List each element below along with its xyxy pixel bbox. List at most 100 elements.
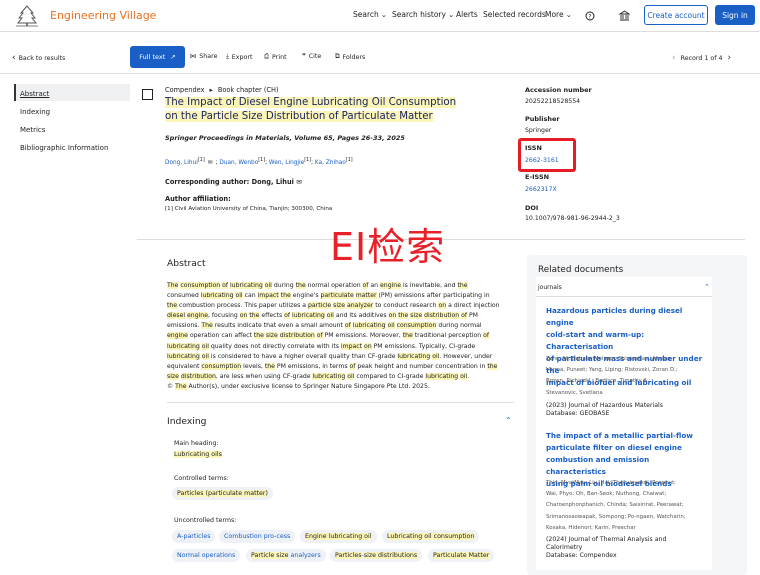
sidebar-item-abstract[interactable]: Abstract: [20, 90, 49, 98]
uncontrolled-term-tag[interactable]: Particles - size distributions: [330, 549, 423, 562]
record-title-line1: The Impact of Diesel Engine Lubricating …: [165, 97, 457, 108]
record-title-line2: on the Particle Size Distribution of Par…: [165, 111, 433, 122]
accession-label: Accession number: [525, 86, 592, 94]
main-heading-value[interactable]: Lubricating oils: [174, 451, 222, 458]
print-button[interactable]: ⎙ Print: [264, 53, 287, 61]
quote-icon: ❞: [302, 53, 306, 60]
chevron-up-icon[interactable]: ⌃: [505, 416, 512, 425]
sidebar-item-metrics[interactable]: Metrics: [20, 126, 45, 134]
nav-alerts[interactable]: Alerts: [456, 10, 478, 19]
nav-more[interactable]: More ⌄: [545, 10, 572, 19]
author-link[interactable]: Duan, Wenbo: [219, 160, 258, 166]
author-link[interactable]: Wen, Lingjie: [269, 160, 304, 166]
sidebar-item-bibliographic-information[interactable]: Bibliographic Information: [20, 144, 108, 152]
cite-button[interactable]: ❞ Cite: [302, 53, 321, 60]
related-heading: Related documents: [538, 265, 624, 275]
author-link[interactable]: Dong, Lihui: [165, 160, 198, 166]
nav-search[interactable]: Search ⌄: [353, 10, 387, 19]
abstract-line: emissions. The results indicate that eve…: [167, 322, 482, 330]
abstract-line: the combustion process. This paper utili…: [167, 302, 500, 310]
top-bar: Engineering Village Search ⌄ Search histo…: [0, 0, 760, 32]
brand-name[interactable]: Engineering Village: [50, 9, 156, 22]
chevron-up-icon[interactable]: ⌃: [704, 283, 710, 291]
abstract-line: diesel engine, focusing on the effects o…: [167, 312, 478, 320]
related-filter[interactable]: journals: [538, 284, 562, 291]
uncontrolled-term-tag[interactable]: Engine lubricating oil: [300, 530, 377, 543]
nav-search-history[interactable]: Search history ⌄: [392, 10, 454, 19]
record-pager: ‹ Record 1 of 4 ›: [672, 53, 732, 63]
download-icon: ⤓: [226, 53, 229, 60]
chevron-left-icon: ‹: [12, 53, 16, 63]
email-icon[interactable]: ✉: [296, 178, 302, 186]
uncontrolled-term-tag[interactable]: Lubricating oil consumption: [382, 530, 480, 543]
abstract-line: lubricating oil is considered to have a …: [167, 352, 493, 360]
sidebar-item-indexing[interactable]: Indexing: [20, 108, 50, 116]
folders-button[interactable]: ⧉ Folders: [335, 53, 365, 61]
chevron-down-icon: ⌄: [565, 10, 572, 19]
author-list: Dong, Lihui[1] ✉; Duan, Wenbo[1]; Wen, Li…: [165, 158, 353, 166]
uncontrolled-term-tag[interactable]: A-particles: [172, 530, 216, 543]
folder-icon: ⧉: [335, 53, 340, 60]
abstract-line: engine operation can affect the size dis…: [167, 332, 489, 340]
abstract-heading: Abstract: [167, 258, 206, 269]
eissn-label: E-ISSN: [525, 173, 550, 181]
record-source: Springer Proceedings in Materials, Volum…: [165, 134, 405, 142]
abstract-line: equivalent consumption levels, the PM em…: [167, 362, 498, 370]
select-record-checkbox[interactable]: [142, 89, 153, 100]
uncontrolled-term-tag[interactable]: Particle size analyzers: [246, 549, 326, 562]
issn-highlight-box: [518, 138, 576, 172]
chevron-down-icon: ⌄: [447, 10, 455, 19]
affiliation: [1] Civil Aviation University of China, …: [165, 206, 333, 212]
email-icon[interactable]: ✉: [208, 160, 213, 166]
help-icon[interactable]: ?: [585, 11, 595, 21]
elsevier-logo-icon[interactable]: [12, 3, 42, 27]
related-doc-authors: Zare, Ali; Babaie, Meisam; Shirneshan, A…: [546, 356, 678, 396]
doi: 10.1007/978-981-96-2944-2_3: [525, 215, 620, 222]
uncontrolled-term-tag[interactable]: Combustion pro-cess: [219, 530, 296, 543]
uncontrolled-term-tag[interactable]: Particulate Matter: [428, 549, 495, 562]
caret-right-icon: ▸: [209, 86, 213, 94]
back-to-results-link[interactable]: ‹ Back to results: [12, 53, 65, 63]
svg-text:?: ?: [588, 14, 591, 21]
divider: [167, 402, 514, 403]
ei-search-overlay-text: EI检索: [330, 225, 446, 269]
controlled-terms-label: Controlled terms:: [174, 475, 229, 482]
publisher: Springer: [525, 127, 552, 134]
sign-in-button[interactable]: Sign in: [715, 5, 755, 25]
abstract-line: © The Author(s), under exclusive license…: [167, 382, 430, 390]
related-doc-meta: (2024) Journal of Thermal Analysis and Ca…: [546, 536, 667, 560]
nav-selected-records[interactable]: Selected records: [483, 10, 546, 19]
abstract-line: The consumption of lubricating oil durin…: [167, 282, 468, 289]
main-heading-label: Main heading:: [174, 440, 219, 447]
chevron-left-icon[interactable]: ‹: [672, 53, 676, 63]
full-text-button[interactable]: Full text ↗: [130, 46, 185, 68]
divider: [536, 296, 712, 297]
printer-icon: ⎙: [264, 53, 270, 60]
affiliation-label: Author affiliation:: [165, 195, 231, 203]
external-arrow-icon: ↗: [170, 53, 176, 61]
create-account-button[interactable]: Create account: [644, 5, 708, 25]
uncontrolled-terms-label: Uncontrolled terms:: [174, 517, 237, 524]
author-link[interactable]: Ka, Zhihao: [315, 160, 346, 166]
doi-label: DOI: [525, 204, 539, 212]
abstract-text: The consumption of lubricating oil durin…: [167, 281, 514, 392]
record-toolbar: [0, 40, 760, 74]
related-doc-authors: Thin, MyatMau; Liu, Hai; Thaevinyakul, P…: [546, 480, 686, 531]
uncontrolled-term-tag[interactable]: Normal operations: [172, 549, 241, 562]
abstract-line: lubricating oil quality does not directl…: [167, 342, 476, 350]
share-button[interactable]: ⋈ Share: [190, 53, 217, 60]
share-icon: ⋈: [190, 53, 197, 60]
chevron-down-icon: ⌄: [380, 10, 388, 19]
corresponding-author: Corresponding author: Dong, Lihui ✉: [165, 178, 302, 186]
record-breadcrumb: Compendex ▸ Book chapter (CH): [165, 86, 279, 94]
controlled-term-tag[interactable]: Particles (particulate matter): [172, 487, 273, 500]
indexing-heading: Indexing: [167, 416, 207, 427]
abstract-line: consumed lubricating oil can impact the …: [167, 292, 490, 300]
eissn-link[interactable]: 2662317X: [525, 186, 557, 193]
export-button[interactable]: ⤓ Export: [226, 53, 252, 61]
chevron-right-icon[interactable]: ›: [727, 53, 731, 63]
institution-icon[interactable]: [619, 10, 630, 21]
publisher-label: Publisher: [525, 115, 560, 123]
accession-number: 20252218528554: [525, 98, 581, 105]
abstract-line: size distribution, are less when using C…: [167, 372, 470, 380]
